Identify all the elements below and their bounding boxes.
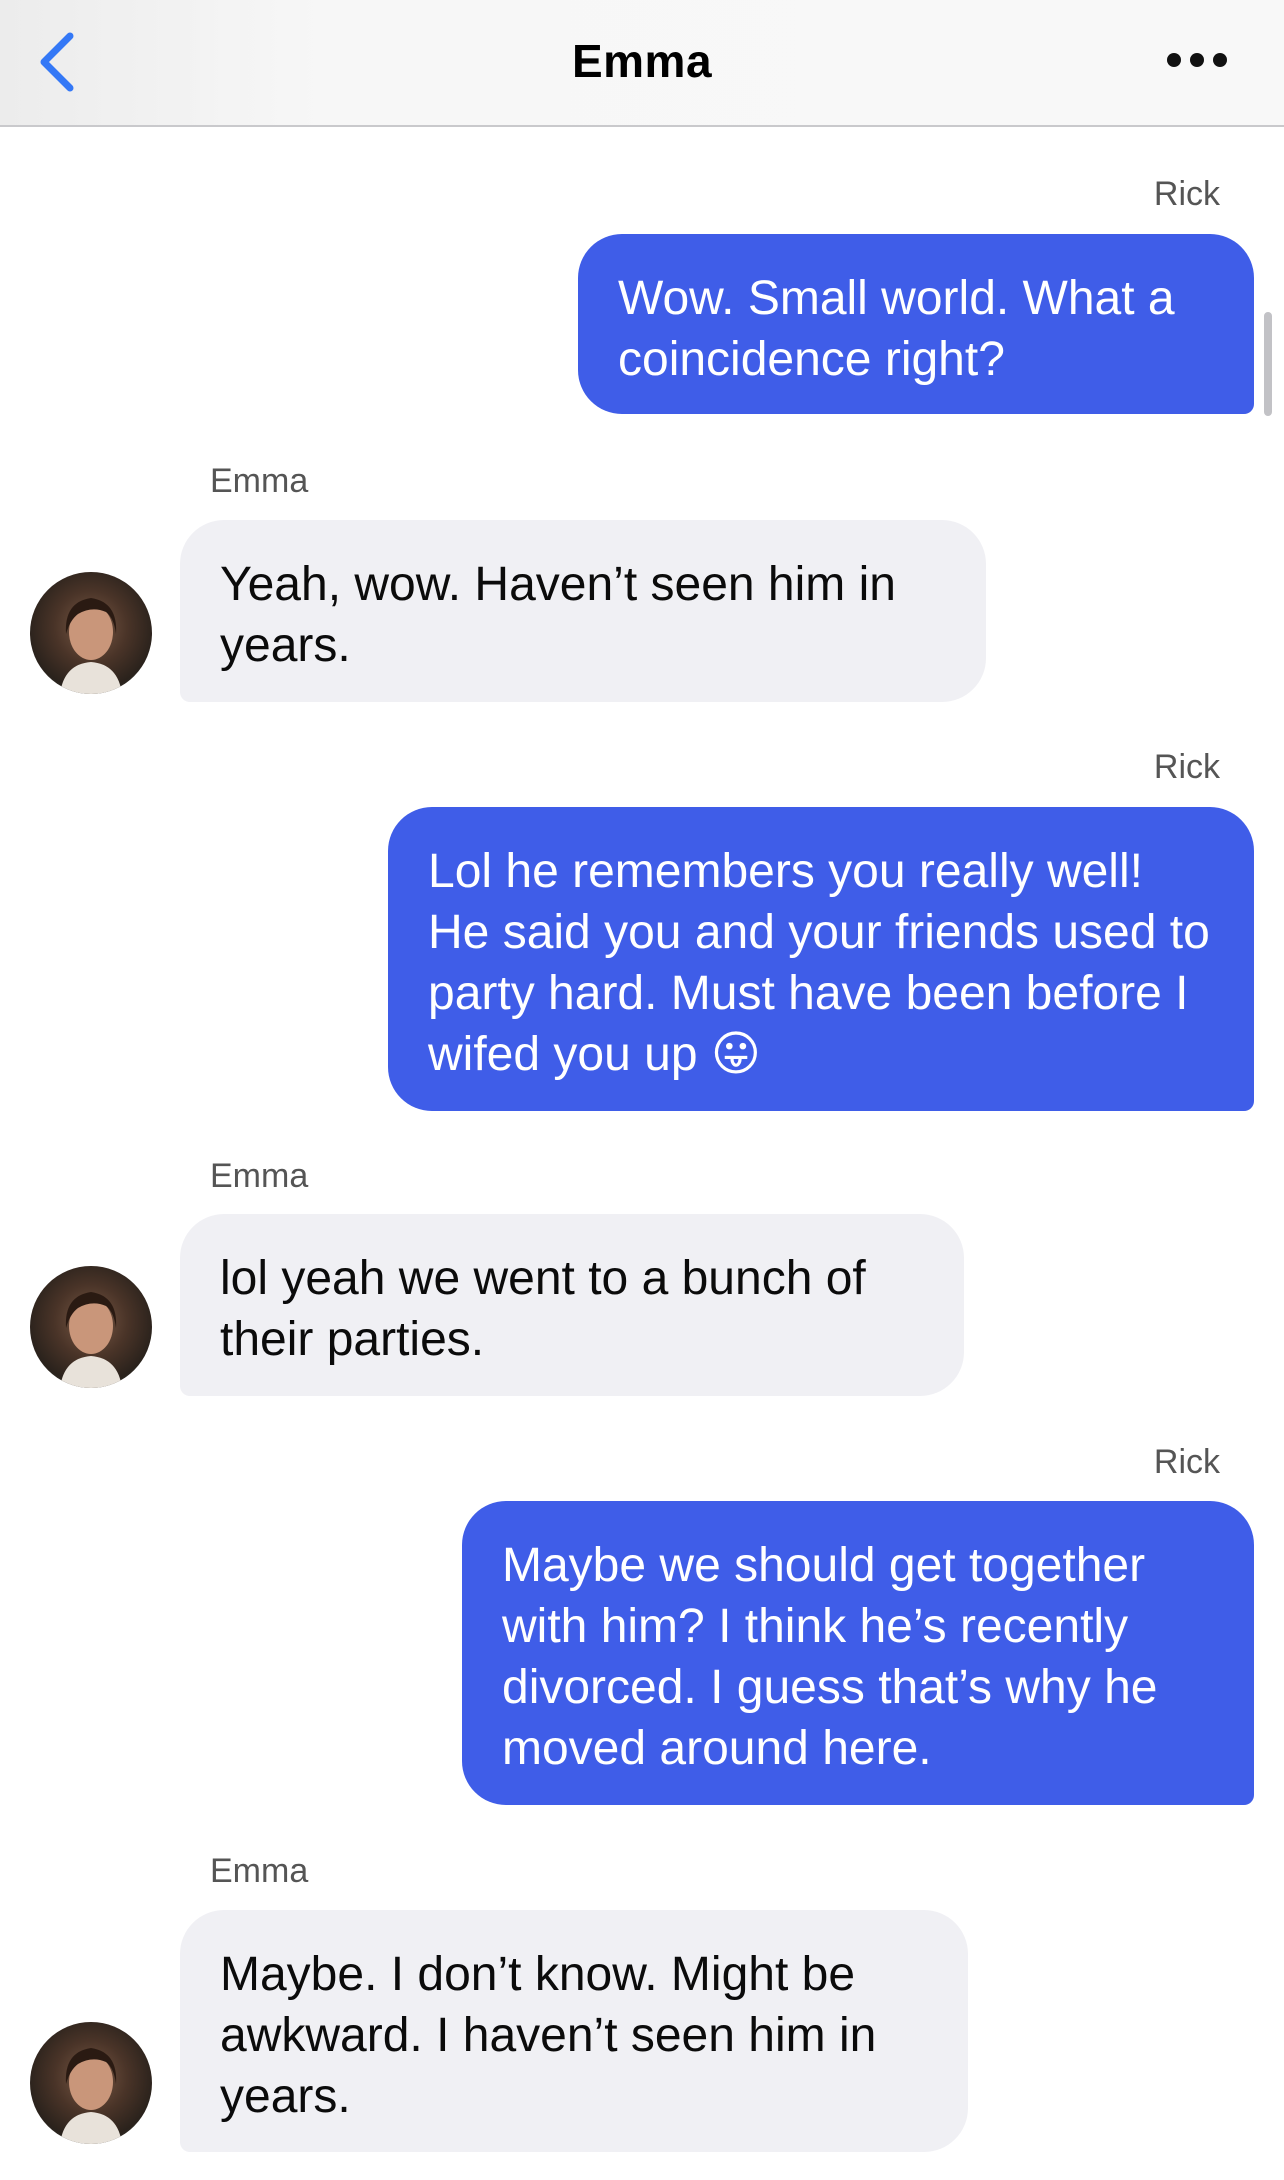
chat-header: Emma — [0, 0, 1284, 127]
avatar[interactable] — [30, 572, 152, 694]
message-bubble-incoming[interactable]: Yeah, wow. Haven’t seen him in years. — [180, 520, 986, 702]
avatar[interactable] — [30, 1266, 152, 1388]
sender-name: Emma — [210, 462, 309, 500]
more-horizontal-icon — [1167, 53, 1227, 67]
more-button[interactable] — [1160, 40, 1240, 80]
message-bubble-outgoing[interactable]: Lol he remembers you really well! He sai… — [388, 807, 1254, 1111]
scrollbar[interactable] — [1264, 312, 1272, 416]
message-bubble-outgoing[interactable]: Maybe we should get together with him? I… — [462, 1501, 1254, 1805]
sender-name: Emma — [210, 1852, 309, 1890]
message-bubble-outgoing[interactable]: Wow. Small world. What a coincidence rig… — [578, 234, 1254, 414]
sender-name: Rick — [1153, 748, 1220, 786]
chat-title: Emma — [571, 35, 713, 87]
message-bubble-incoming[interactable]: lol yeah we went to a bunch of their par… — [180, 1214, 964, 1396]
avatar-photo-icon — [60, 1292, 122, 1388]
sender-name: Emma — [210, 1157, 309, 1195]
sender-name: Rick — [1153, 1443, 1220, 1481]
avatar-photo-icon — [60, 2048, 122, 2144]
sender-name: Rick — [1153, 175, 1220, 213]
avatar[interactable] — [30, 2022, 152, 2144]
message-bubble-incoming[interactable]: Maybe. I don’t know. Might be awkward. I… — [180, 1910, 968, 2152]
avatar-photo-icon — [60, 598, 122, 694]
